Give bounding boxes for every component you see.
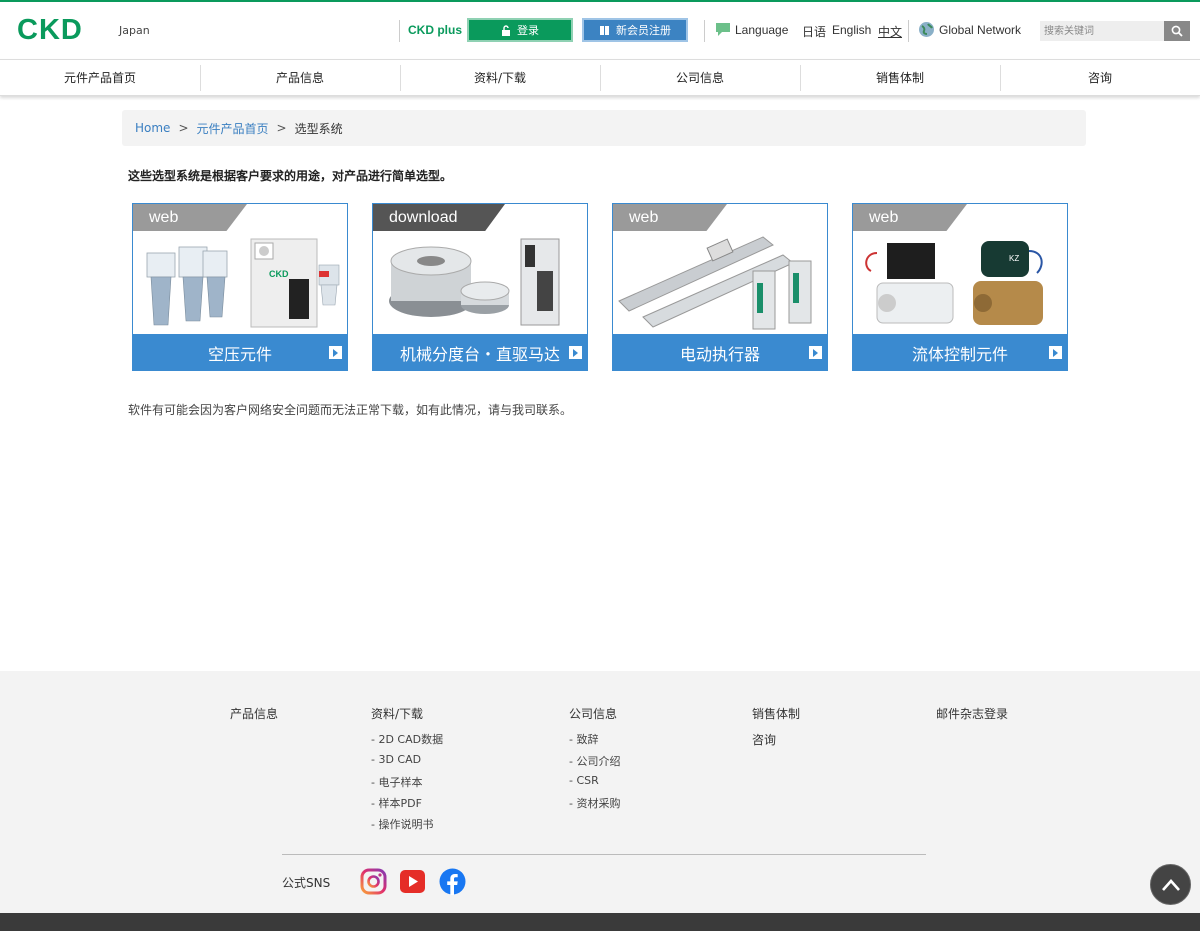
product-image: KZ	[853, 231, 1067, 334]
footer-bottom-bar	[0, 913, 1200, 931]
footer-inquiry-link[interactable]: 咨询	[752, 731, 776, 748]
nav-item-downloads[interactable]: 资料/下载	[400, 60, 600, 95]
nav-item-company-info[interactable]: 公司信息	[600, 60, 800, 95]
footer-link-e-catalog[interactable]: - 电子样本	[371, 774, 422, 790]
svg-text:KZ: KZ	[1009, 254, 1019, 263]
card-title: 流体控制元件	[911, 344, 1008, 364]
youtube-icon[interactable]	[399, 868, 426, 895]
ckd-plus-label: CKD plus	[408, 23, 462, 37]
facebook-icon[interactable]	[439, 868, 466, 895]
instagram-icon[interactable]	[360, 868, 387, 895]
breadcrumb-current: 选型系统	[294, 121, 343, 136]
site-header: CKD Japan CKD plus 登录 新会员注册 Language 日语 …	[0, 2, 1200, 59]
arrow-right-icon	[329, 346, 342, 359]
footer-link-manual[interactable]: - 操作说明书	[371, 816, 433, 832]
card-title: 机械分度台・直驱马达	[399, 344, 560, 364]
header-divider	[399, 20, 400, 42]
globe-icon	[919, 22, 934, 37]
svg-text:CKD: CKD	[269, 269, 289, 279]
header-divider	[704, 20, 705, 42]
arrow-right-icon	[1049, 346, 1062, 359]
footer-company-info-title[interactable]: 公司信息	[569, 705, 617, 722]
nav-item-product-info[interactable]: 产品信息	[200, 60, 400, 95]
product-image: CKD	[133, 231, 347, 334]
footer-sales-network-title[interactable]: 销售体制	[752, 705, 800, 722]
search-button[interactable]	[1164, 21, 1190, 41]
login-label: 登录	[517, 24, 539, 37]
intro-text: 这些选型系统是根据客户要求的用途，对产品进行简单选型。	[128, 169, 453, 183]
nav-item-sales-network[interactable]: 销售体制	[800, 60, 1000, 95]
download-notice: 软件有可能会因为客户网络安全问题而无法正常下载，如有此情况，请与我司联系。	[128, 403, 573, 417]
card-tag-web: web	[133, 204, 247, 231]
card-electric-actuators[interactable]: web 电动执行器	[612, 203, 828, 371]
sns-label: 公式SNS	[282, 876, 331, 890]
footer-link-csr[interactable]: - CSR	[569, 774, 599, 787]
header-divider	[908, 20, 909, 42]
footer-link-greeting[interactable]: - 致辞	[569, 731, 598, 747]
back-to-top-button[interactable]	[1150, 864, 1191, 905]
search-icon	[1171, 25, 1183, 37]
card-title: 电动执行器	[679, 344, 760, 364]
lang-option-chinese[interactable]: 中文	[878, 23, 902, 40]
card-tag-web: web	[613, 204, 727, 231]
ckd-logo[interactable]: CKD	[17, 14, 83, 47]
login-button[interactable]: 登录	[467, 18, 573, 42]
card-title: 空压元件	[207, 344, 272, 364]
breadcrumb-parent[interactable]: 元件产品首页	[197, 120, 269, 137]
book-icon	[600, 25, 609, 35]
global-network-link[interactable]: Global Network	[939, 23, 1021, 37]
lock-icon	[502, 24, 510, 36]
region-label: Japan	[119, 24, 150, 37]
register-label: 新会员注册	[616, 24, 671, 37]
register-button[interactable]: 新会员注册	[582, 18, 688, 42]
card-tag-web: web	[853, 204, 967, 231]
site-footer: 产品信息 资料/下载 - 2D CAD数据 - 3D CAD - 电子样本 - …	[0, 671, 1200, 913]
breadcrumb-separator: >	[178, 121, 189, 135]
card-label: 机械分度台・直驱马达	[373, 334, 587, 370]
card-pneumatic-components[interactable]: CKD web 空压元件	[132, 203, 348, 371]
main-nav: 元件产品首页 产品信息 资料/下载 公司信息 销售体制 咨询	[0, 59, 1200, 96]
footer-link-company-profile[interactable]: - 公司介绍	[569, 753, 620, 769]
lang-option-english[interactable]: English	[832, 23, 871, 37]
product-image	[373, 231, 587, 334]
nav-item-inquiry[interactable]: 咨询	[1000, 60, 1200, 95]
card-index-table-direct-drive[interactable]: download 机械分度台・直驱马达	[372, 203, 588, 371]
lang-option-japanese[interactable]: 日语	[802, 23, 826, 40]
footer-link-2d-cad[interactable]: - 2D CAD数据	[371, 731, 443, 747]
breadcrumb-home[interactable]: Home	[135, 121, 170, 135]
arrow-right-icon	[569, 346, 582, 359]
card-tag-download: download	[373, 204, 505, 231]
footer-downloads-title[interactable]: 资料/下载	[371, 705, 423, 722]
card-label: 空压元件	[133, 334, 347, 370]
card-fluid-control[interactable]: KZ web 流体控制元件	[852, 203, 1068, 371]
footer-divider	[282, 854, 926, 855]
arrow-right-icon	[809, 346, 822, 359]
product-image	[613, 231, 827, 334]
footer-newsletter-link[interactable]: 邮件杂志登录	[936, 705, 1008, 722]
speech-bubble-icon	[716, 23, 730, 36]
footer-link-3d-cad[interactable]: - 3D CAD	[371, 753, 421, 766]
card-label: 电动执行器	[613, 334, 827, 370]
search-input[interactable]	[1040, 21, 1164, 41]
chevron-up-icon	[1161, 878, 1180, 891]
footer-product-info-link[interactable]: 产品信息	[230, 705, 278, 722]
card-label: 流体控制元件	[853, 334, 1067, 370]
language-label: Language	[735, 23, 789, 37]
breadcrumb: Home > 元件产品首页 > 选型系统	[122, 110, 1086, 146]
footer-link-procurement[interactable]: - 资材采购	[569, 795, 620, 811]
footer-link-catalog-pdf[interactable]: - 样本PDF	[371, 795, 422, 811]
breadcrumb-separator: >	[276, 121, 287, 135]
nav-item-component-home[interactable]: 元件产品首页	[0, 60, 200, 95]
